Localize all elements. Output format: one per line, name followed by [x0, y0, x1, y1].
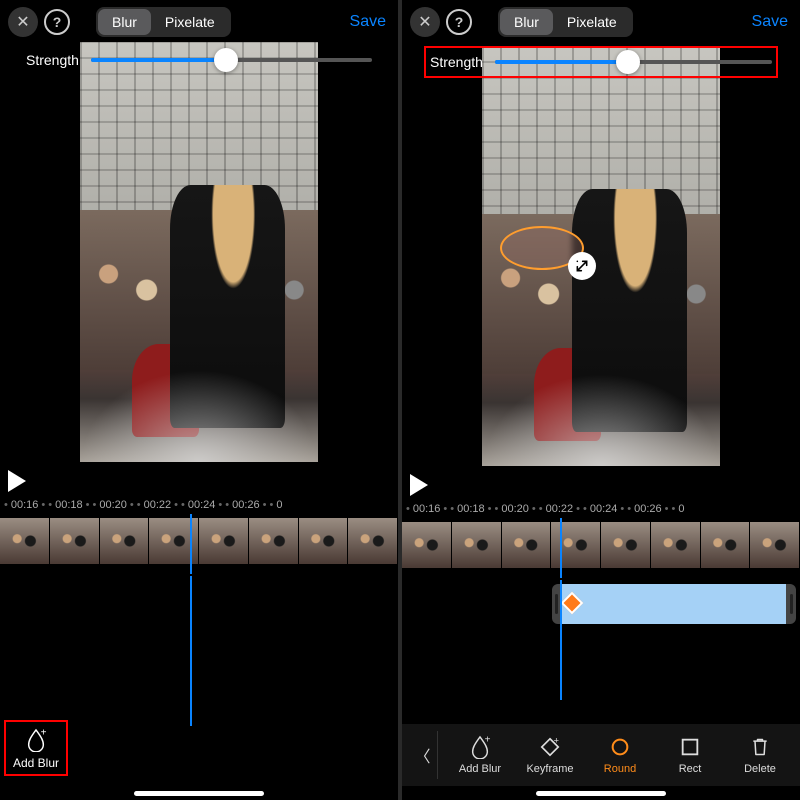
help-icon[interactable]: ? — [446, 9, 472, 35]
tool-label: Round — [604, 763, 636, 775]
blur-clip[interactable] — [552, 584, 796, 624]
bottom-area: 〈 + Add Blur + Keyframe — [402, 580, 800, 800]
slider-fill — [495, 60, 628, 64]
timeline[interactable]: •00:16 ••00:18 ••00:20 ••00:22 ••00:24 •… — [402, 498, 800, 580]
playhead-lower — [190, 576, 192, 726]
strength-slider[interactable] — [91, 58, 372, 62]
svg-text:+: + — [41, 728, 47, 738]
tool-keyframe[interactable]: + Keyframe — [516, 735, 584, 775]
thumb[interactable] — [0, 518, 50, 564]
rect-icon — [679, 736, 701, 758]
slider-thumb[interactable] — [616, 50, 640, 74]
thumb[interactable] — [348, 518, 398, 564]
timeline[interactable]: •00:16 ••00:18 ••00:20 ••00:22 ••00:24 •… — [0, 494, 398, 576]
blur-drop-icon: + — [25, 728, 47, 752]
save-button[interactable]: Save — [752, 13, 792, 31]
thumb[interactable] — [199, 518, 249, 564]
preview-scene — [80, 42, 318, 462]
keyframe-icon: + — [539, 736, 561, 758]
topbar: ✕ ? Blur Pixelate Save — [0, 0, 398, 44]
tab-pixelate[interactable]: Pixelate — [151, 9, 229, 35]
blur-clip-track[interactable] — [552, 584, 796, 624]
svg-text:+: + — [554, 736, 559, 745]
thumb[interactable] — [750, 522, 800, 568]
round-icon — [609, 736, 631, 758]
thumb[interactable] — [402, 522, 452, 568]
thumb[interactable] — [100, 518, 150, 564]
tool-label: Add Blur — [459, 763, 501, 775]
playhead[interactable] — [190, 514, 192, 574]
strength-slider[interactable] — [495, 60, 772, 64]
blur-region-round[interactable] — [500, 226, 584, 270]
screen-right: ✕ ? Blur Pixelate Save Strength — [402, 0, 800, 800]
blur-toolbar: 〈 + Add Blur + Keyframe — [402, 724, 800, 786]
home-indicator — [134, 791, 264, 796]
tool-label: Keyframe — [526, 763, 573, 775]
help-icon[interactable]: ? — [44, 9, 70, 35]
playhead[interactable] — [560, 518, 562, 578]
save-button[interactable]: Save — [350, 13, 390, 31]
effect-type-segment: Blur Pixelate — [498, 7, 633, 37]
tab-blur[interactable]: Blur — [500, 9, 553, 35]
screen-left: ✕ ? Blur Pixelate Save Strength — [0, 0, 398, 800]
timeline-thumbnails[interactable] — [0, 518, 398, 564]
tool-label: Rect — [679, 763, 702, 775]
thumb[interactable] — [452, 522, 502, 568]
tab-pixelate[interactable]: Pixelate — [553, 9, 631, 35]
resize-handle-icon[interactable] — [568, 252, 596, 280]
slider-fill — [91, 58, 226, 62]
tool-round[interactable]: Round — [586, 735, 654, 775]
home-indicator — [536, 791, 666, 796]
playhead-lower — [560, 580, 562, 700]
trash-icon — [750, 736, 770, 758]
topbar: ✕ ? Blur Pixelate Save — [402, 0, 800, 44]
tool-label: Delete — [744, 763, 776, 775]
tool-add-blur[interactable]: + Add Blur — [446, 735, 514, 775]
thumb[interactable] — [701, 522, 751, 568]
strength-row: Strength — [402, 46, 800, 78]
thumb[interactable] — [249, 518, 299, 564]
play-icon[interactable] — [8, 470, 26, 492]
thumb[interactable] — [651, 522, 701, 568]
add-blur-button[interactable]: + Add Blur — [4, 720, 68, 776]
strength-label: Strength — [430, 54, 483, 70]
back-chevron-icon[interactable]: 〈 — [408, 731, 438, 779]
time-ticks: •00:16 ••00:18 ••00:20 ••00:22 ••00:24 •… — [0, 494, 398, 516]
bottom-area: + Add Blur — [0, 576, 398, 800]
tab-blur[interactable]: Blur — [98, 9, 151, 35]
strength-row: Strength — [0, 46, 398, 74]
tool-delete[interactable]: Delete — [726, 735, 794, 775]
thumb[interactable] — [50, 518, 100, 564]
slider-thumb[interactable] — [214, 48, 238, 72]
svg-text:+: + — [485, 735, 491, 745]
add-blur-label: Add Blur — [13, 756, 59, 770]
play-icon[interactable] — [410, 474, 428, 496]
close-icon[interactable]: ✕ — [8, 7, 38, 37]
thumb[interactable] — [299, 518, 349, 564]
timeline-thumbnails[interactable] — [402, 522, 800, 568]
thumb[interactable] — [502, 522, 552, 568]
blur-drop-icon: + — [469, 735, 491, 759]
time-ticks: •00:16 ••00:18 ••00:20 ••00:22 ••00:24 •… — [402, 498, 800, 520]
close-icon[interactable]: ✕ — [410, 7, 440, 37]
keyframe-diamond-icon[interactable] — [561, 592, 584, 615]
strength-label: Strength — [26, 52, 79, 68]
thumb[interactable] — [551, 522, 601, 568]
effect-type-segment: Blur Pixelate — [96, 7, 231, 37]
tool-rect[interactable]: Rect — [656, 735, 724, 775]
thumb[interactable] — [601, 522, 651, 568]
video-preview[interactable] — [0, 74, 398, 494]
video-preview[interactable] — [402, 78, 800, 498]
